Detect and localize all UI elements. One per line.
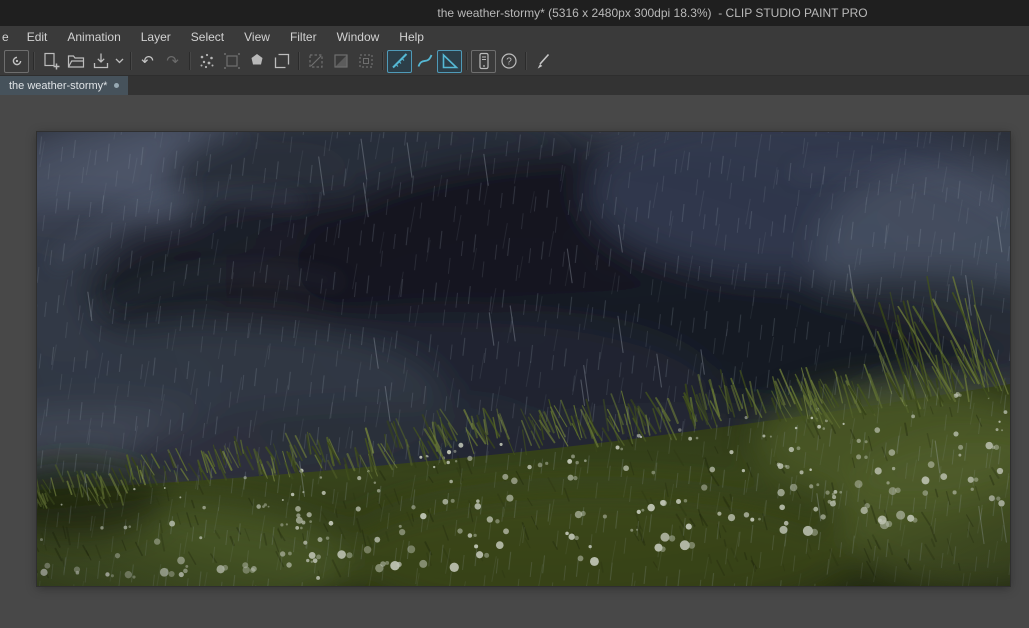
document-tab-label: the weather-stormy* [9, 79, 108, 92]
titlebar: the weather-stormy* (5316 x 2480px 300dp… [0, 0, 1029, 26]
undo-button[interactable]: ↶ [135, 50, 160, 73]
menubar: e Edit Animation Layer Select View Filte… [0, 26, 1029, 47]
clip-studio-logo-button[interactable] [4, 49, 29, 73]
toolbar-separator [189, 52, 190, 70]
menu-window[interactable]: Window [327, 26, 390, 47]
redo-button[interactable]: ↷ [160, 50, 185, 73]
svg-text:?: ? [506, 57, 512, 68]
canvas-workspace [0, 95, 1029, 628]
menu-edit[interactable]: Edit [17, 26, 58, 47]
scale-rotate-icon [274, 53, 289, 69]
scale-rotate-button[interactable] [269, 50, 294, 73]
companion-mode-button[interactable] [471, 49, 496, 73]
help-button[interactable]: ? [496, 50, 521, 73]
menu-help[interactable]: Help [389, 26, 434, 47]
toolbar-separator [298, 52, 299, 70]
save-file-icon [93, 53, 108, 69]
chevron-down-icon [115, 58, 124, 64]
invert-selection-icon [333, 54, 348, 68]
menu-filter[interactable]: Filter [280, 26, 327, 47]
clear-button[interactable] [194, 50, 219, 73]
toolbar-separator [525, 52, 526, 70]
clip-studio-logo-icon [12, 56, 21, 66]
clear-icon [200, 53, 213, 69]
undo-icon: ↶ [141, 52, 154, 70]
new-canvas-button[interactable] [38, 50, 63, 73]
pen-icon [537, 53, 549, 69]
snap-to-ruler-button[interactable] [387, 49, 412, 73]
selection-border-icon [358, 54, 373, 68]
snap-to-ruler-icon [391, 53, 407, 69]
fill-icon [251, 54, 262, 65]
open-file-button[interactable] [63, 50, 88, 73]
menu-animation[interactable]: Animation [57, 26, 130, 47]
document-tab[interactable]: the weather-stormy* [0, 76, 129, 95]
clear-outside-selection-button[interactable] [219, 50, 244, 73]
menu-select[interactable]: Select [181, 26, 234, 47]
redo-icon: ↷ [166, 52, 179, 70]
pen-button[interactable] [530, 50, 555, 73]
snap-to-grid-icon [442, 53, 458, 69]
modified-indicator-dot [114, 83, 120, 88]
menu-layer[interactable]: Layer [131, 26, 181, 47]
canvas-artwork[interactable] [36, 131, 1011, 587]
help-icon: ? [500, 53, 517, 69]
open-file-icon [67, 55, 84, 68]
toolbar-separator [466, 52, 467, 70]
toolbar-separator [382, 52, 383, 70]
toolbar-separator [130, 52, 131, 70]
clear-outside-selection-icon [223, 53, 240, 69]
snap-to-special-ruler-button[interactable] [412, 50, 437, 73]
toolbar-separator [33, 52, 34, 70]
save-file-menu-button[interactable] [113, 50, 126, 73]
document-tabbar: the weather-stormy* [0, 76, 1029, 95]
menu-file-partial[interactable]: e [0, 26, 17, 47]
companion-mode-icon [478, 52, 489, 70]
invert-selection-button[interactable] [328, 50, 353, 73]
save-file-button[interactable] [88, 50, 113, 73]
new-canvas-icon [43, 52, 59, 70]
deselect-icon [308, 54, 323, 68]
deselect-button[interactable] [303, 50, 328, 73]
menu-view[interactable]: View [234, 26, 280, 47]
stormy-painting [37, 132, 1010, 586]
selection-border-button[interactable] [353, 50, 378, 73]
snap-to-grid-button[interactable] [437, 49, 462, 73]
command-toolbar: ↶ ↷ ? [0, 47, 1029, 76]
snap-to-special-ruler-icon [417, 54, 432, 67]
window-title: the weather-stormy* (5316 x 2480px 300dp… [437, 6, 868, 20]
fill-button[interactable] [244, 50, 269, 73]
app-window: the weather-stormy* (5316 x 2480px 300dp… [0, 0, 1029, 628]
